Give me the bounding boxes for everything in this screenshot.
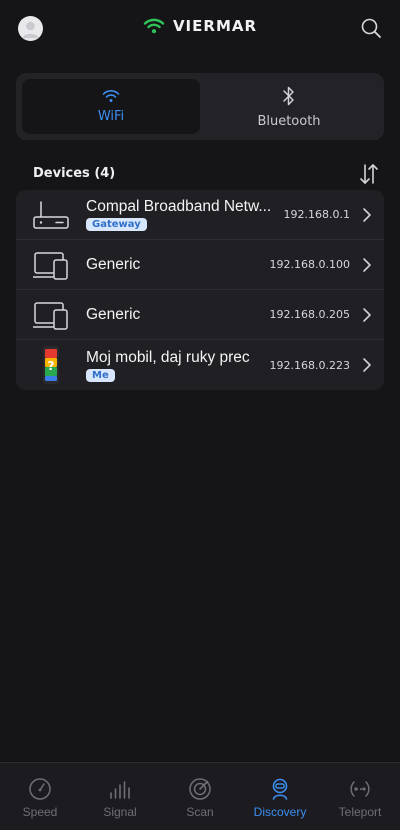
chevron-right-icon [363, 257, 371, 272]
device-row[interactable]: Generic 192.168.0.205 [16, 290, 384, 340]
search-icon [361, 18, 381, 38]
signal-bars-icon [110, 781, 130, 799]
device-list: Compal Broadband Netw... Gateway 192.168… [16, 190, 384, 390]
nav-speed-label: Speed [22, 805, 58, 819]
device-name: Generic [86, 255, 141, 273]
teleport-icon [350, 781, 370, 797]
app-header: VIERMAR [0, 0, 400, 58]
nav-discovery-label: Discovery [253, 805, 307, 819]
radar-icon [189, 778, 211, 800]
me-badge: Me [86, 368, 115, 382]
bluetooth-icon [283, 86, 294, 106]
nav-teleport-label: Teleport [338, 805, 382, 819]
devices-count-heading: Devices (4) [33, 166, 116, 181]
device-row[interactable]: Generic 192.168.0.100 [16, 240, 384, 290]
nav-scan-label: Scan [186, 805, 214, 819]
nav-scan[interactable]: Scan [160, 763, 240, 830]
chevron-right-icon [363, 207, 371, 222]
device-name: Compal Broadband Netw... [86, 198, 272, 215]
device-row-gateway[interactable]: Compal Broadband Netw... Gateway 192.168… [16, 190, 384, 240]
nav-teleport[interactable]: Teleport [320, 763, 400, 830]
nav-signal[interactable]: Signal [80, 763, 160, 830]
device-ip: 192.168.0.205 [269, 308, 350, 321]
device-ip: 192.168.0.1 [283, 208, 350, 221]
devices-icon [33, 301, 68, 330]
bottom-navigation: Speed Signal Scan Discovery Teleport [0, 762, 400, 830]
sort-button[interactable] [358, 162, 380, 186]
chevron-right-icon [363, 307, 371, 322]
device-name: Generic [86, 305, 141, 323]
tab-wifi-label: WiFi [97, 109, 125, 124]
wifi-logo-icon [143, 18, 165, 34]
device-ip: 192.168.0.100 [269, 258, 350, 271]
brand-name: VIERMAR [172, 17, 258, 35]
wifi-icon [102, 90, 120, 102]
router-icon [33, 200, 69, 229]
device-row-me[interactable]: ? Moj mobil, daj ruky prec Me 192.168.0.… [16, 340, 384, 390]
speedometer-icon [29, 778, 51, 800]
device-ip: 192.168.0.223 [269, 358, 350, 372]
svg-text:?: ? [48, 359, 55, 373]
discovery-icon [272, 778, 288, 800]
search-button[interactable] [360, 17, 382, 39]
app-brand: VIERMAR [0, 17, 400, 41]
connection-type-switch: WiFi Bluetooth [16, 73, 384, 140]
nav-discovery[interactable]: Discovery [240, 763, 320, 830]
chevron-right-icon [363, 358, 371, 372]
phone-icon: ? [43, 346, 59, 384]
sort-icon [360, 164, 378, 184]
tab-wifi[interactable]: WiFi [22, 79, 200, 134]
tab-bluetooth-label: Bluetooth [257, 114, 321, 129]
tab-bluetooth[interactable]: Bluetooth [200, 79, 378, 134]
device-name: Moj mobil, daj ruky prec [86, 348, 250, 366]
devices-icon [33, 251, 68, 280]
gateway-badge: Gateway [86, 218, 147, 231]
nav-signal-label: Signal [103, 805, 137, 819]
nav-speed[interactable]: Speed [0, 763, 80, 830]
